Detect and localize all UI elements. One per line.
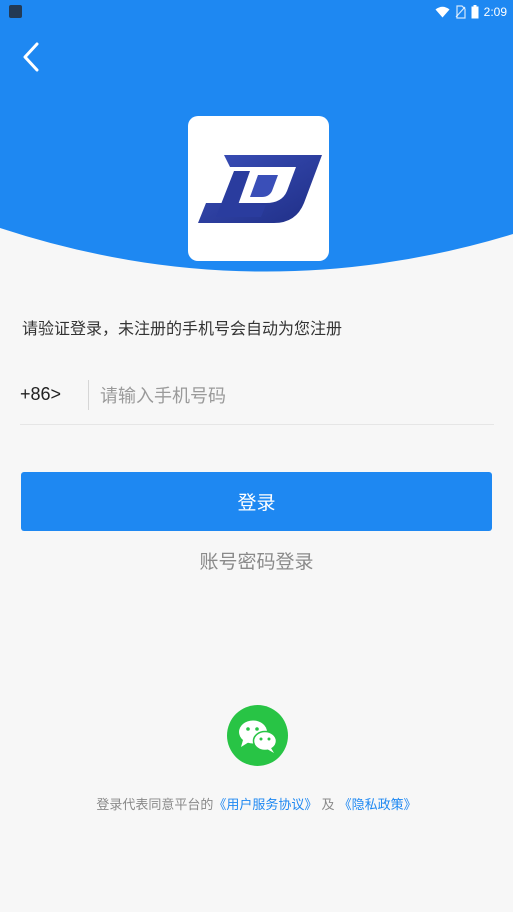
agreement-conjunction: 及: [321, 798, 335, 813]
login-screen: 2:09 请验证登录，未注册的手机号会自动为您注册 +86> 请输入手机号码 登…: [0, 0, 513, 912]
phone-number-input[interactable]: [100, 378, 480, 414]
agreement-prefix: 登录代表同意平台的: [96, 798, 214, 813]
user-agreement-link[interactable]: 《用户服务协议》: [213, 798, 317, 813]
chevron-left-icon: [23, 42, 39, 72]
wechat-login-button[interactable]: [227, 705, 288, 766]
wifi-icon: [435, 6, 450, 18]
status-icons: 2:09: [435, 4, 507, 20]
status-time: 2:09: [483, 5, 507, 19]
ld-logo-icon: [197, 154, 322, 223]
wechat-icon: [238, 720, 277, 753]
app-logo: [188, 116, 329, 261]
login-button[interactable]: 登录: [21, 472, 492, 531]
login-hint: 请验证登录，未注册的手机号会自动为您注册: [22, 319, 343, 338]
divider: [88, 380, 89, 410]
agreement-text: 登录代表同意平台的《用户服务协议》 及 《隐私政策》: [0, 794, 513, 813]
phone-input-row: +86>: [20, 378, 494, 425]
app-notification-icon: [9, 5, 22, 18]
back-button[interactable]: [14, 38, 48, 76]
password-login-link[interactable]: 账号密码登录: [0, 547, 513, 574]
privacy-policy-link[interactable]: 《隐私政策》: [339, 798, 417, 813]
battery-icon: [471, 5, 479, 19]
status-bar: 2:09: [0, 0, 513, 24]
country-code-selector[interactable]: +86>: [20, 384, 61, 405]
no-sim-icon: [455, 5, 466, 19]
